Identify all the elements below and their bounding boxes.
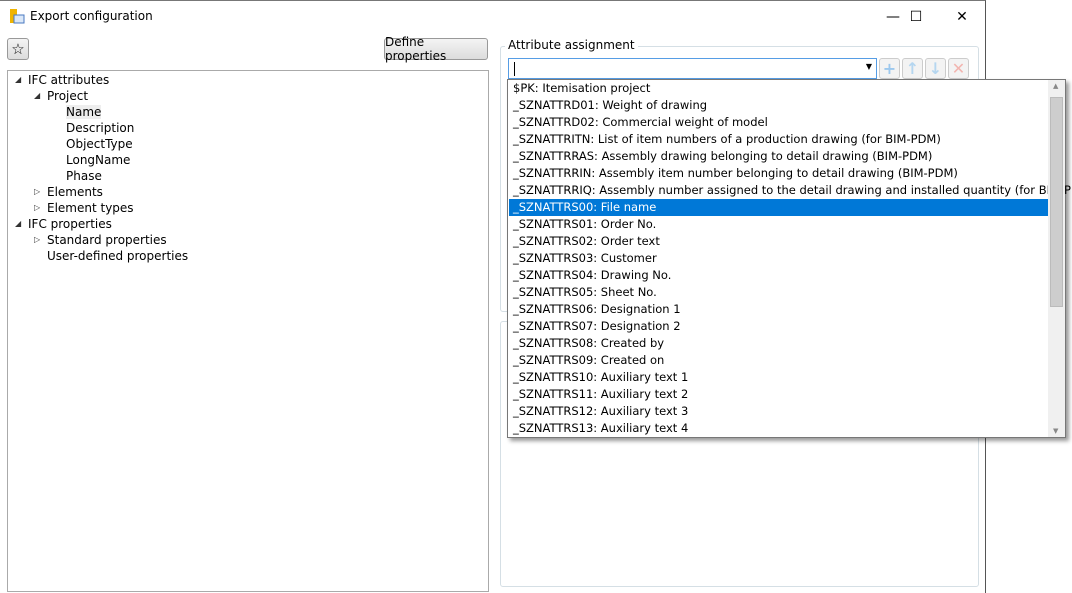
expand-icon[interactable]: ▷ xyxy=(34,184,40,200)
delete-icon: ✕ xyxy=(951,59,966,78)
dropdown-option[interactable]: $PK: Itemisation project xyxy=(509,80,1048,97)
dropdown-option[interactable]: _SZNATTRS05: Sheet No. xyxy=(509,284,1048,301)
tree-node[interactable]: ▷ Standard properties xyxy=(34,232,167,248)
dropdown-option[interactable]: _SZNATTRS04: Drawing No. xyxy=(509,267,1048,284)
window-title: Export configuration xyxy=(30,9,153,23)
chevron-down-icon[interactable]: ▼ xyxy=(866,62,872,71)
dropdown-option[interactable]: _SZNATTRD02: Commercial weight of model xyxy=(509,114,1048,131)
scroll-down-icon[interactable]: ▼ xyxy=(1053,427,1058,435)
tree-node[interactable]: ▷ Elements xyxy=(34,184,103,200)
dropdown-option[interactable]: _SZNATTRS01: Order No. xyxy=(509,216,1048,233)
collapse-icon[interactable]: ◢ xyxy=(15,72,21,88)
title-bar: Export configuration — ☐ ✕ xyxy=(0,1,985,32)
close-button[interactable]: ✕ xyxy=(939,1,985,32)
move-down-button[interactable]: ↓ xyxy=(925,58,946,79)
tree-node-label: User-defined properties xyxy=(47,249,189,263)
dropdown-option[interactable]: _SZNATTRITN: List of item numbers of a p… xyxy=(509,131,1048,148)
dropdown-option[interactable]: _SZNATTRS10: Auxiliary text 1 xyxy=(509,369,1048,386)
move-up-button[interactable]: ↑ xyxy=(902,58,923,79)
tree-node[interactable]: Name xyxy=(66,104,102,120)
text-caret xyxy=(514,62,515,76)
dropdown-option[interactable]: _SZNATTRS02: Order text xyxy=(509,233,1048,250)
dropdown-option[interactable]: _SZNATTRS13: Auxiliary text 4 xyxy=(509,420,1048,437)
plus-icon: + xyxy=(882,59,897,78)
tree-node-label: Name xyxy=(66,105,102,119)
dropdown-option[interactable]: _SZNATTRRIN: Assembly item number belong… xyxy=(509,165,1048,182)
attribute-dropdown-list[interactable]: _SZNATTRS13: Auxiliary text 4 _SZNATTRS12… xyxy=(507,79,1072,438)
app-icon xyxy=(10,9,25,24)
tree-node-label: Elements xyxy=(47,185,103,199)
tree-node[interactable]: ◢ IFC attributes xyxy=(15,72,110,88)
dropdown-option[interactable]: _SZNATTRS07: Designation 2 xyxy=(509,318,1048,335)
attribute-assignment-label: Attribute assignment xyxy=(505,38,638,52)
expand-icon[interactable]: ▷ xyxy=(34,200,40,216)
tree-node[interactable]: User-defined properties xyxy=(47,248,188,264)
star-icon: ☆ xyxy=(11,40,25,58)
tree-node[interactable]: ◢ IFC properties xyxy=(15,216,112,232)
add-button[interactable]: + xyxy=(879,58,900,79)
define-properties-button[interactable]: Define properties xyxy=(384,35,488,63)
tree-node-label: Element types xyxy=(47,201,134,215)
dropdown-option[interactable]: _SZNATTRS08: Created by xyxy=(509,335,1048,352)
tree-node[interactable]: ▷ Element types xyxy=(34,200,134,216)
tree-node[interactable]: Description xyxy=(66,120,134,136)
dropdown-option[interactable]: _SZNATTRRIQ: Assembly number assigned to… xyxy=(509,182,1072,199)
tree-node[interactable]: LongName xyxy=(66,152,130,168)
arrow-down-icon: ↓ xyxy=(928,59,943,78)
tree-node[interactable]: Phase xyxy=(66,168,102,184)
arrow-up-icon: ↑ xyxy=(905,59,920,78)
tree-node[interactable]: ObjectType xyxy=(66,136,133,152)
tree-node-label: Phase xyxy=(66,169,102,183)
tree-node-label: LongName xyxy=(66,153,131,167)
ifc-tree[interactable]: ◢ IFC attributes ◢ Project Name Description Ob… xyxy=(7,70,489,592)
dropdown-scrollbar[interactable]: ▲ ▼ xyxy=(1048,80,1065,437)
dropdown-option[interactable]: _SZNATTRS11: Auxiliary text 2 xyxy=(509,386,1048,403)
collapse-icon[interactable]: ◢ xyxy=(15,216,21,232)
tree-node-label: Description xyxy=(66,121,135,135)
dropdown-option[interactable]: _SZNATTRS09: Created on xyxy=(509,352,1048,369)
favorite-button[interactable]: ☆ xyxy=(7,38,29,60)
collapse-icon[interactable]: ◢ xyxy=(34,88,40,104)
dropdown-option[interactable]: _SZNATTRD01: Weight of drawing xyxy=(509,97,1048,114)
tree-node-label: IFC properties xyxy=(28,217,112,231)
expand-icon[interactable]: ▷ xyxy=(34,232,40,248)
dropdown-option[interactable]: _SZNATTRS06: Designation 1 xyxy=(509,301,1048,318)
tree-node-label: IFC attributes xyxy=(28,73,110,87)
dropdown-option[interactable]: _SZNATTRS12: Auxiliary text 3 xyxy=(509,403,1048,420)
dropdown-option[interactable]: _SZNATTRS00: File name xyxy=(509,199,1048,216)
attribute-combo[interactable]: ▼ xyxy=(508,58,877,79)
tree-node[interactable]: ◢ Project xyxy=(34,88,89,104)
dropdown-option[interactable]: _SZNATTRS03: Customer xyxy=(509,250,1048,267)
dropdown-option[interactable]: _SZNATTRRAS: Assembly drawing belonging … xyxy=(509,148,1048,165)
tree-node-label: Standard properties xyxy=(47,233,167,247)
delete-button[interactable]: ✕ xyxy=(948,58,969,79)
scroll-up-icon[interactable]: ▲ xyxy=(1053,82,1058,90)
maximize-button[interactable]: ☐ xyxy=(893,1,939,32)
tree-node-label: Project xyxy=(47,89,89,103)
tree-node-label: ObjectType xyxy=(66,137,133,151)
scrollbar-thumb[interactable] xyxy=(1050,97,1063,307)
